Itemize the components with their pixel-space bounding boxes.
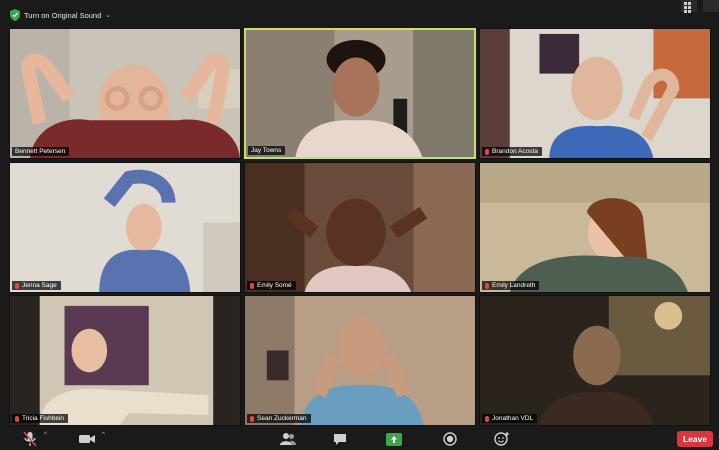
participant-name: Brandon Acosta (492, 148, 538, 155)
participant-video (245, 296, 475, 425)
record-icon (443, 432, 457, 446)
grid-cell-icon (688, 2, 691, 5)
name-tag: Tricia Fishbein (12, 414, 69, 423)
video-tile-tricia-fishbein[interactable]: Tricia Fishbein (9, 295, 241, 426)
participant-video (480, 29, 710, 158)
participant-name: Tricia Fishbein (22, 415, 65, 422)
original-sound-label: Turn on Original Sound (24, 10, 102, 20)
share-screen-button[interactable] (384, 429, 404, 449)
video-tile-jonathan-vdl[interactable]: Jonathan VDL (479, 295, 711, 426)
chevron-down-icon[interactable]: ⌄ (105, 11, 111, 19)
name-tag: Brandon Acosta (482, 147, 542, 156)
participants-button[interactable] (278, 429, 298, 449)
share-screen-icon (386, 432, 402, 446)
participant-video (480, 163, 710, 292)
video-tile-emily-some[interactable]: Emily Somé (244, 162, 476, 293)
grid-cell-icon (688, 10, 691, 13)
chat-icon (334, 433, 346, 445)
name-tag: Bennett Petersen (12, 147, 70, 156)
participant-name: Jay Towns (251, 147, 282, 154)
participants-icon (280, 433, 296, 445)
top-bar: Turn on Original Sound ⌄ (0, 0, 719, 28)
grid-cell-icon (688, 6, 691, 9)
video-tile-brandon-acosta[interactable]: Brandon Acosta (479, 28, 711, 159)
participant-video (246, 30, 474, 157)
name-tag: Jenna Sage (12, 281, 61, 290)
video-button[interactable] (76, 429, 98, 449)
meeting-toolbar: ^ ^ Leave (0, 427, 719, 450)
muted-mic-icon (250, 282, 254, 289)
grid-cell-icon (684, 10, 687, 13)
name-tag: Emily Somé (247, 281, 296, 290)
mute-button[interactable] (20, 429, 40, 449)
name-tag: Jonathan VDL (482, 414, 538, 423)
video-camera-icon (79, 435, 95, 443)
muted-mic-icon (485, 148, 489, 155)
participant-name: Jenna Sage (22, 282, 57, 289)
muted-mic-icon (15, 282, 19, 289)
security-shield-icon (10, 9, 20, 21)
leave-meeting-button[interactable]: Leave (677, 431, 713, 447)
audio-options-caret[interactable]: ^ (44, 432, 47, 438)
participant-name: Bennett Petersen (15, 148, 66, 155)
record-button[interactable] (440, 429, 460, 449)
video-tile-sean-zuckerman[interactable]: Sean Zuckerman (244, 295, 476, 426)
participant-name: Jonathan VDL (492, 415, 534, 422)
muted-mic-icon (250, 415, 254, 422)
muted-mic-icon (15, 415, 19, 422)
more-options-button[interactable] (703, 0, 719, 12)
participant-video (10, 29, 240, 158)
grid-cell-icon (684, 2, 687, 5)
muted-mic-icon (485, 282, 489, 289)
name-tag: Sean Zuckerman (247, 414, 311, 423)
participant-video (10, 163, 240, 292)
original-sound-button[interactable]: Turn on Original Sound ⌄ (24, 6, 111, 24)
participant-video (245, 163, 475, 292)
name-tag: Jay Towns (248, 146, 286, 155)
muted-mic-icon (485, 415, 489, 422)
name-tag: Emily Landreth (482, 281, 540, 290)
mute-mic-icon (23, 431, 37, 447)
grid-cell-icon (684, 6, 687, 9)
chat-button[interactable] (330, 429, 350, 449)
reactions-button[interactable] (492, 429, 512, 449)
video-tile-emily-landreth[interactable]: Emily Landreth (479, 162, 711, 293)
participant-video (10, 296, 240, 425)
video-tile-jenna-sage[interactable]: Jenna Sage (9, 162, 241, 293)
participant-name: Sean Zuckerman (257, 415, 307, 422)
participant-video (480, 296, 710, 425)
video-tile-jay-towns[interactable]: Jay Towns (244, 28, 476, 159)
gallery-view-button[interactable] (681, 0, 697, 13)
participant-name: Emily Somé (257, 282, 292, 289)
reactions-icon (494, 432, 509, 446)
video-options-caret[interactable]: ^ (102, 432, 105, 438)
participant-name: Emily Landreth (492, 282, 536, 289)
video-tile-bennett-petersen[interactable]: Bennett Petersen (9, 28, 241, 159)
